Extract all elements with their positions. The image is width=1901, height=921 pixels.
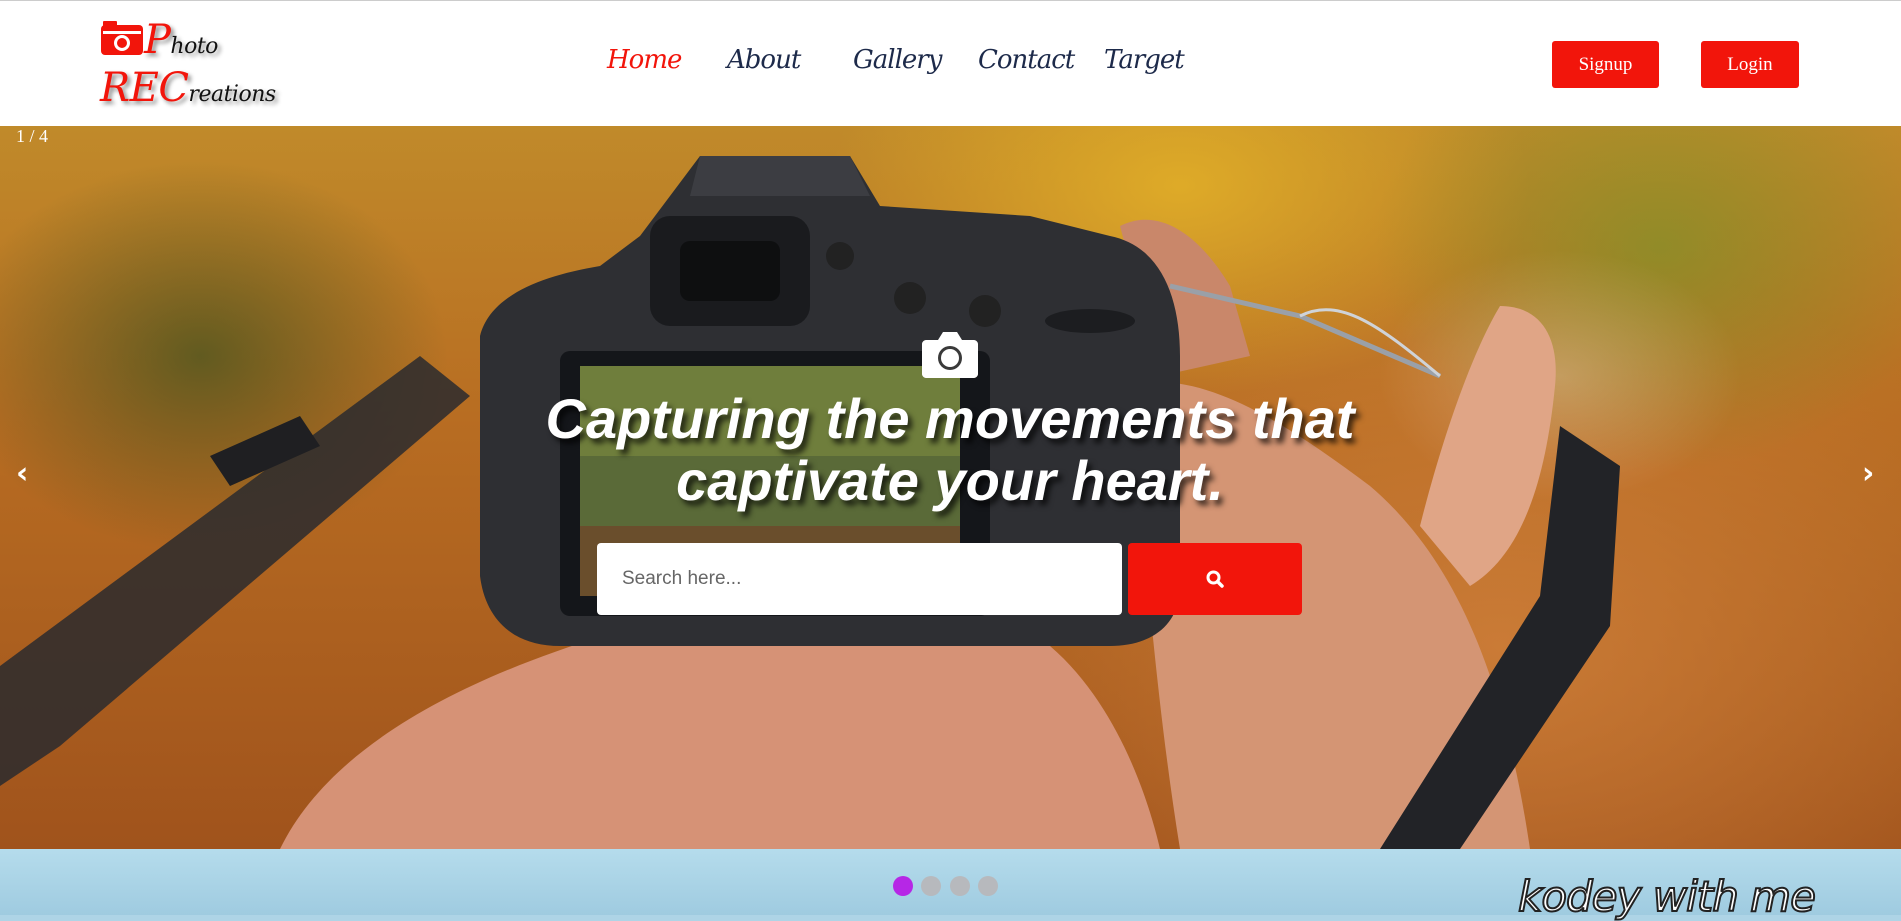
search-button[interactable] (1128, 543, 1302, 615)
search-icon (1206, 570, 1224, 588)
slide-counter: 1 / 4 (16, 126, 49, 146)
search-input[interactable] (597, 543, 1122, 615)
site-header: Photo RECreations Home About Gallery Con… (0, 0, 1901, 126)
brand-name-line1: Photo (144, 17, 218, 63)
nav-item-about[interactable]: About (727, 45, 801, 75)
signup-button[interactable]: Signup (1552, 41, 1659, 88)
next-slide-button[interactable]: › (1862, 456, 1874, 491)
hero-slider: 1 / 4 ‹ › Capturing the movements that c… (0, 126, 1901, 849)
nav-item-contact[interactable]: Contact (978, 45, 1075, 75)
slide-dot-4[interactable] (978, 876, 998, 896)
brand-name-line2: RECreations (100, 65, 276, 111)
brand-logo[interactable]: Photo RECreations (100, 17, 276, 113)
nav-item-gallery[interactable]: Gallery (853, 45, 942, 75)
slide-dot-3[interactable] (950, 876, 970, 896)
prev-slide-button[interactable]: ‹ (16, 456, 28, 491)
camera-icon (101, 21, 143, 55)
slide-dot-2[interactable] (921, 876, 941, 896)
nav-item-target[interactable]: Target (1104, 45, 1185, 75)
nav-item-home[interactable]: Home (607, 45, 682, 75)
camera-icon (922, 332, 978, 378)
slide-dot-1[interactable] (893, 876, 913, 896)
login-button[interactable]: Login (1701, 41, 1799, 88)
watermark-text: kodey with me (1517, 871, 1817, 921)
hero-headline: Capturing the movements that captivate y… (545, 387, 1355, 512)
